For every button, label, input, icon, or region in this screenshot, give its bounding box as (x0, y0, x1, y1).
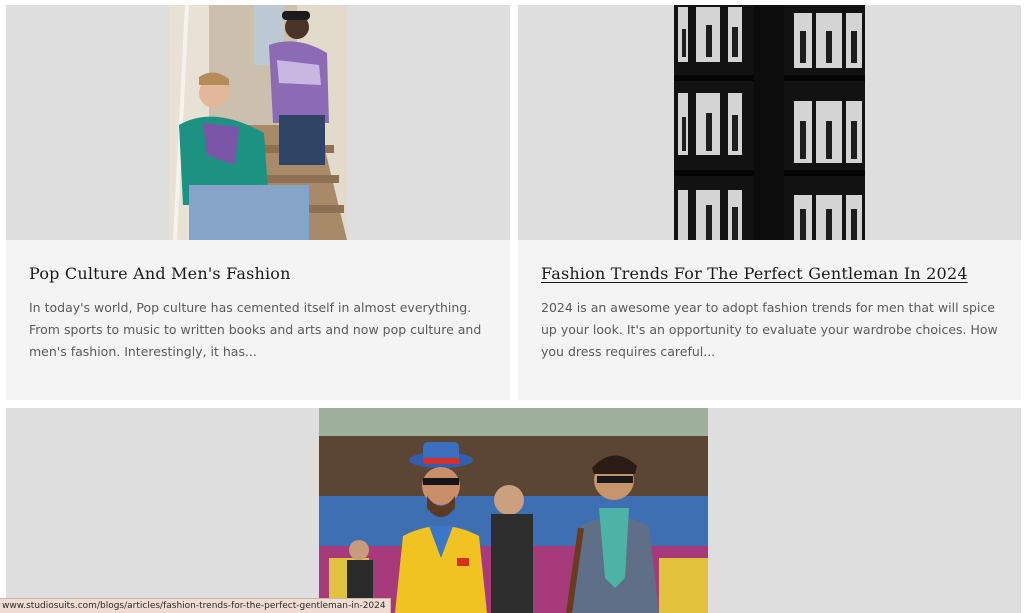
article-image-street-style[interactable] (319, 408, 708, 613)
article-image-frame (6, 408, 1021, 613)
article-title-link[interactable]: Fashion Trends For The Perfect Gentleman… (541, 264, 968, 283)
article-excerpt: In today's world, Pop culture has cement… (29, 300, 482, 359)
article-card-third[interactable] (6, 408, 1021, 613)
article-excerpt: 2024 is an awesome year to adopt fashion… (541, 300, 998, 359)
article-image-fashion-trends[interactable] (674, 5, 865, 240)
status-bar-url: www.studiosuits.com/blogs/articles/fashi… (0, 598, 391, 613)
image-building-windows-photo (674, 5, 865, 240)
article-image-pop-culture[interactable] (169, 5, 347, 240)
article-image-frame (518, 5, 1021, 240)
article-image-frame (6, 5, 510, 240)
article-title[interactable]: Pop Culture And Men's Fashion (29, 264, 291, 283)
image-street-style-photo (319, 408, 708, 613)
article-card-fashion-trends[interactable]: Fashion Trends For The Perfect Gentleman… (518, 5, 1021, 400)
image-stairs-photo (169, 5, 347, 240)
article-card-pop-culture[interactable]: Pop Culture And Men's Fashion In today's… (6, 5, 510, 400)
